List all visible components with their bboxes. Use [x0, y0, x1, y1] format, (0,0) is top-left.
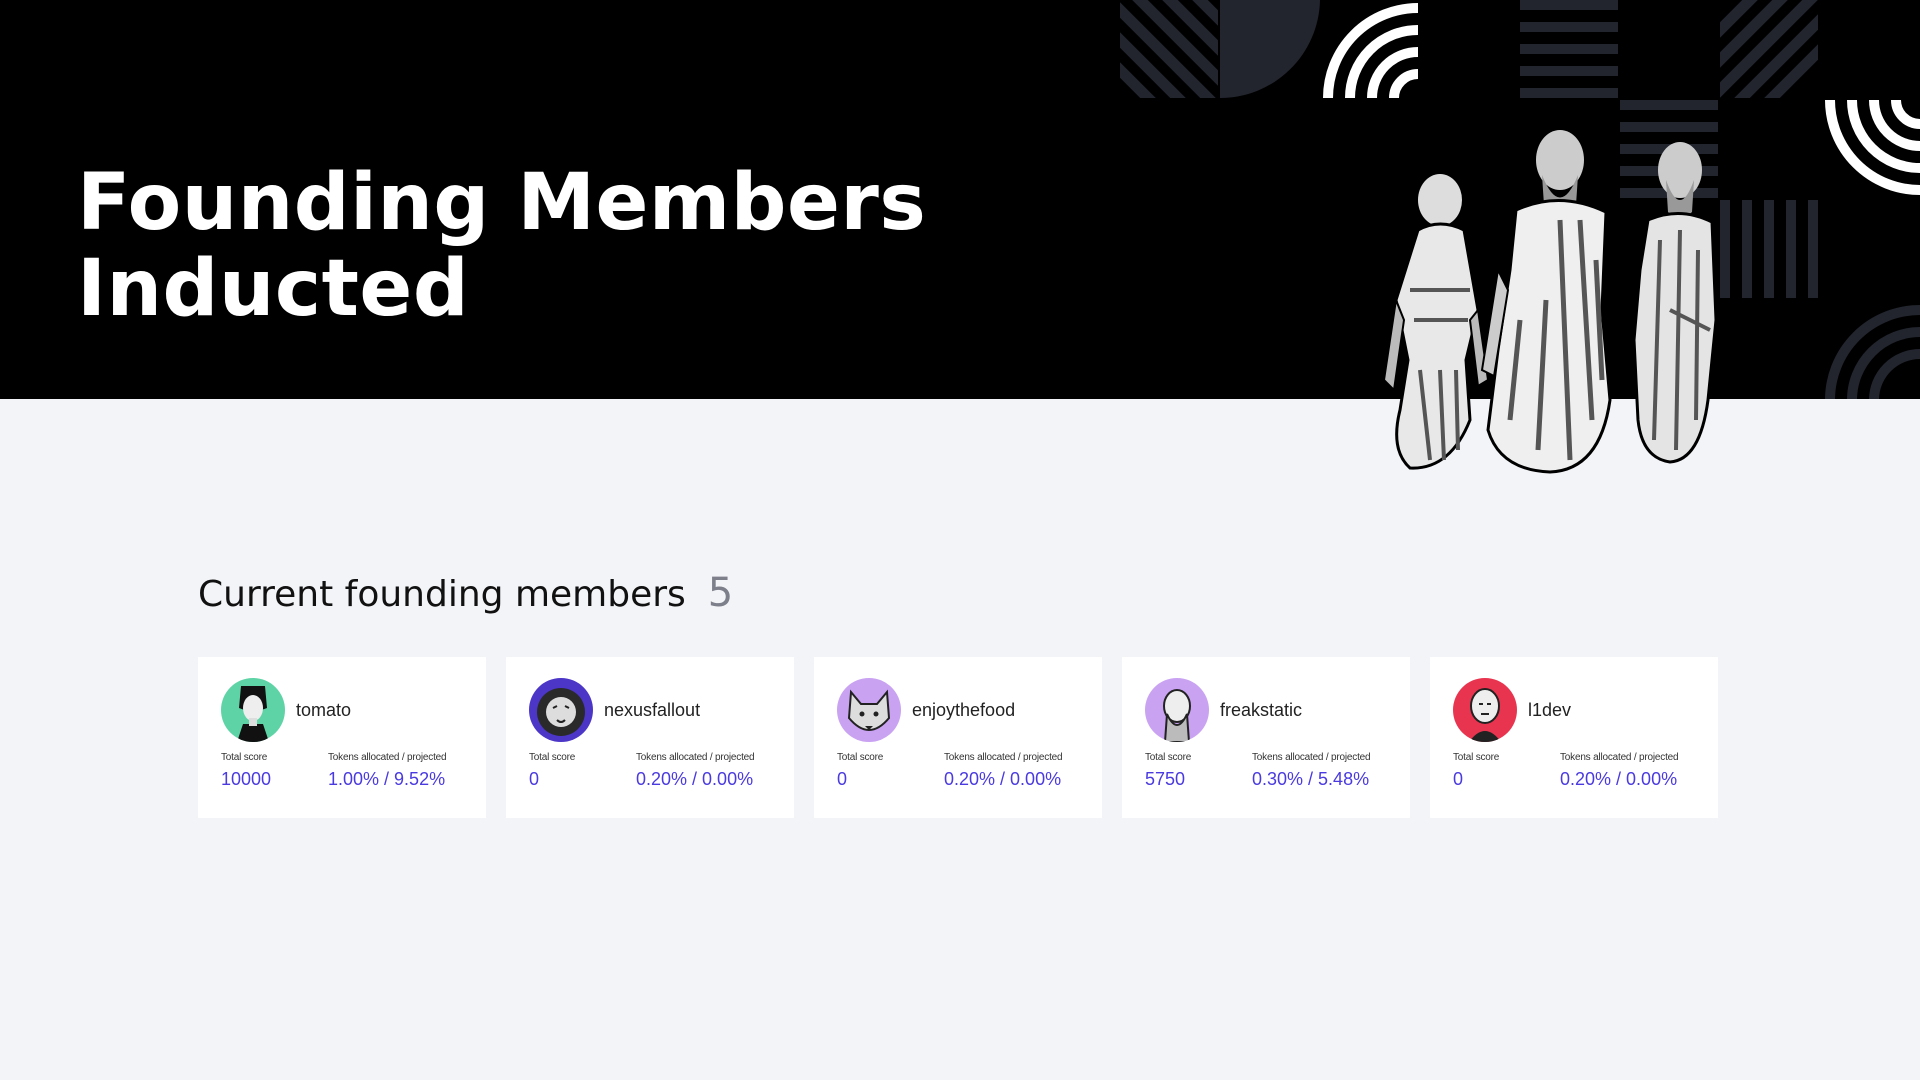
avatar [837, 678, 901, 742]
member-card-freakstatic[interactable]: freakstatic Total score 5750 Tokens allo… [1122, 657, 1410, 818]
page-title-line-1: Founding Members [77, 158, 927, 248]
total-score-value: 10000 [221, 769, 272, 789]
total-score-value: 0 [1453, 769, 1464, 789]
member-name: l1dev [1528, 699, 1572, 720]
member-card-enjoythefood[interactable]: enjoythefood Total score 0 Tokens alloca… [814, 657, 1102, 818]
page-title-line-2: Inducted [77, 244, 470, 334]
tokens-value: 0.30% / 5.48% [1252, 769, 1370, 789]
member-card-nexusfallout[interactable]: nexusfallout Total score 0 Tokens alloca… [506, 657, 794, 818]
member-count: 5 [707, 570, 734, 616]
tokens-value: 1.00% / 9.52% [328, 769, 446, 789]
tokens-label: Tokens allocated / projected [944, 752, 1063, 763]
total-score-label: Total score [1453, 752, 1500, 763]
tokens-label: Tokens allocated / projected [1560, 752, 1679, 763]
avatar [221, 678, 285, 742]
member-name: freakstatic [1220, 699, 1303, 720]
total-score-label: Total score [1145, 752, 1192, 763]
tokens-label: Tokens allocated / projected [328, 752, 447, 763]
tokens-value: 0.20% / 0.00% [636, 769, 754, 789]
total-score-label: Total score [529, 752, 576, 763]
tokens-value: 0.20% / 0.00% [1560, 769, 1678, 789]
avatar [1145, 678, 1209, 742]
members-section-heading: Current founding members 5 [198, 570, 733, 616]
avatar [1453, 678, 1517, 742]
total-score-value: 5750 [1145, 769, 1186, 789]
member-card-tomato[interactable]: tomato Total score 10000 Tokens allocate… [198, 657, 486, 818]
member-name: enjoythefood [912, 699, 1016, 720]
page-title: Founding Members Inducted [77, 160, 926, 332]
section-title: Current founding members [198, 574, 686, 615]
total-score-label: Total score [837, 752, 884, 763]
avatar [529, 678, 593, 742]
total-score-label: Total score [221, 752, 268, 763]
tokens-label: Tokens allocated / projected [636, 752, 755, 763]
statues-illustration [1382, 130, 1718, 474]
tokens-value: 0.20% / 0.00% [944, 769, 1062, 789]
member-name: tomato [296, 699, 352, 720]
total-score-value: 0 [529, 769, 540, 789]
member-name: nexusfallout [604, 699, 701, 720]
member-card-l1dev[interactable]: l1dev Total score 0 Tokens allocated / p… [1430, 657, 1718, 818]
member-cards: tomato Total score 10000 Tokens allocate… [198, 657, 1718, 818]
tokens-label: Tokens allocated / projected [1252, 752, 1371, 763]
total-score-value: 0 [837, 769, 848, 789]
